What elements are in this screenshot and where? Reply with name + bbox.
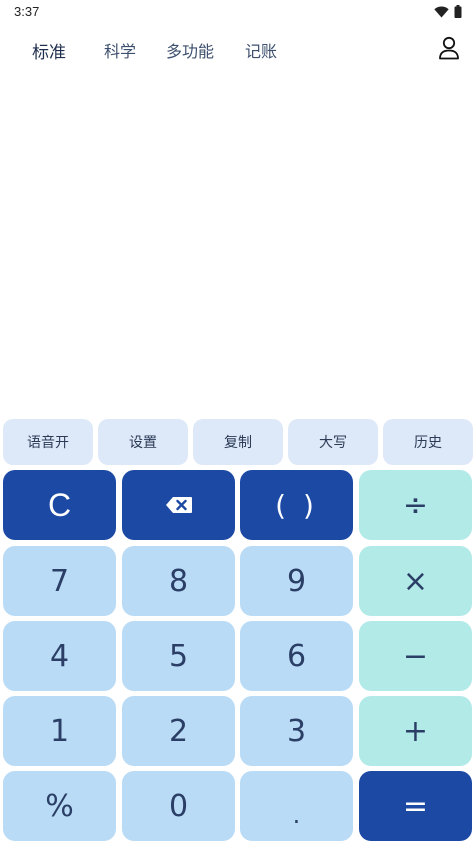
- minus-button[interactable]: −: [359, 621, 472, 691]
- copy-button[interactable]: 复制: [193, 419, 283, 465]
- uppercase-button[interactable]: 大写: [288, 419, 378, 465]
- digit-4-button[interactable]: 4: [3, 621, 116, 691]
- tab-standard[interactable]: 标准: [32, 38, 66, 63]
- digit-2-button[interactable]: 2: [122, 696, 235, 766]
- parentheses-button[interactable]: ( ): [240, 470, 353, 540]
- status-time: 3:37: [14, 4, 40, 19]
- plus-button[interactable]: +: [359, 696, 472, 766]
- function-row: 语音开 设置 复制 大写 历史: [0, 419, 474, 465]
- multiply-button[interactable]: ×: [359, 546, 472, 616]
- decimal-point-button[interactable]: .: [240, 771, 353, 841]
- digit-9-button[interactable]: 9: [240, 546, 353, 616]
- voice-toggle-button[interactable]: 语音开: [3, 419, 93, 465]
- digit-7-button[interactable]: 7: [3, 546, 116, 616]
- history-button[interactable]: 历史: [383, 419, 473, 465]
- digit-8-button[interactable]: 8: [122, 546, 235, 616]
- wifi-icon: [434, 6, 449, 18]
- digit-5-button[interactable]: 5: [122, 621, 235, 691]
- backspace-icon: [165, 496, 193, 514]
- clear-button[interactable]: C: [3, 470, 116, 540]
- battery-icon: [454, 5, 462, 18]
- percent-button[interactable]: %: [3, 771, 116, 841]
- equals-button[interactable]: =: [359, 771, 472, 841]
- digit-1-button[interactable]: 1: [3, 696, 116, 766]
- mode-tabs: 标准 科学 多功能 记账: [0, 32, 474, 66]
- settings-button[interactable]: 设置: [98, 419, 188, 465]
- digit-6-button[interactable]: 6: [240, 621, 353, 691]
- status-bar: 3:37: [0, 0, 474, 24]
- calculator-display: [0, 72, 474, 412]
- tab-scientific[interactable]: 科学: [104, 38, 136, 62]
- tab-bookkeeping[interactable]: 记账: [245, 38, 277, 62]
- divide-button[interactable]: ÷: [359, 470, 472, 540]
- user-icon[interactable]: [438, 36, 460, 64]
- tab-multifunction[interactable]: 多功能: [166, 38, 214, 62]
- status-icons: [434, 5, 462, 18]
- digit-3-button[interactable]: 3: [240, 696, 353, 766]
- backspace-button[interactable]: [122, 470, 235, 540]
- keypad: C ( ) ÷ 7 8 9 × 4 5 6 − 1 2 3 + % 0 . =: [0, 469, 474, 843]
- digit-0-button[interactable]: 0: [122, 771, 235, 841]
